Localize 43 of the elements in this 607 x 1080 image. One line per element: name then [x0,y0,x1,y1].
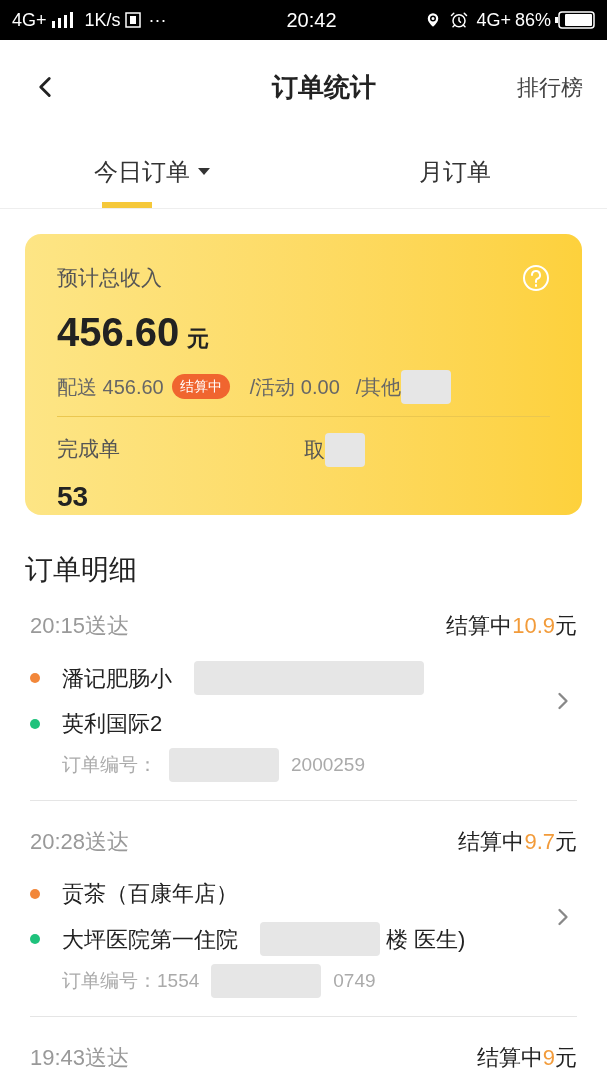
help-icon [522,263,550,292]
section-title: 订单明细 [25,554,137,585]
delivery-amount: 配送 456.60 [57,374,164,400]
network-label: 4G+ [12,8,47,32]
tab[interactable]: 今日订单 [0,134,304,208]
income-amount: 456.60 [57,308,180,356]
stop-address: 楼 医生) [386,925,466,954]
stop-address: 潘记肥肠小 [62,664,172,693]
clock-time: 20:42 [286,8,337,33]
order-number-label: 订单编号：1554 [62,968,200,993]
speed-label: 1K/s [84,8,121,32]
order-number-tail: 0749 [333,968,376,993]
tab[interactable]: 月订单 [303,134,607,208]
stop-address: 大坪医院第一住院 [62,925,238,954]
activity-amount: /活动 0.00 [249,374,340,400]
delivery-time: 20:28送达 [30,829,130,855]
status-badge: 结算中 [171,374,230,399]
battery-icon [555,11,595,29]
order-number-tail: 2000259 [291,752,365,777]
ranking-link[interactable]: 排行榜 [517,70,583,104]
order-earning: 结算中 10.9元 [446,613,577,639]
stop-address: 贡茶（百康年店） [62,880,238,908]
page-title: 订单统计 [270,70,377,104]
stat-value: 53 [57,480,90,514]
income-label: 预计总收入 [57,265,162,291]
order-earning: 结算中9元 [476,1045,577,1071]
app-icon [124,12,141,28]
alarm-icon [450,11,469,29]
network-label: 4G+ [476,8,511,32]
delivery-time: 20:15送达 [30,613,130,639]
signal-icon [50,12,73,28]
order-earning: 结算中9.7元 [458,829,577,855]
battery-label: 86% [514,8,551,32]
stat-label: 取 [303,436,325,463]
currency-unit: 元 [187,324,210,353]
other-amount: /其他 [355,374,402,400]
delivery-time: 19:43送达 [30,1045,130,1071]
stop-address: 英利国际2 [62,710,163,738]
redaction-patch [401,369,452,404]
tab-indicator [102,202,152,208]
more-label: ··· [148,8,167,32]
stat-label: 完成单 [57,435,120,462]
order-number-label: 订单编号： [62,752,157,777]
